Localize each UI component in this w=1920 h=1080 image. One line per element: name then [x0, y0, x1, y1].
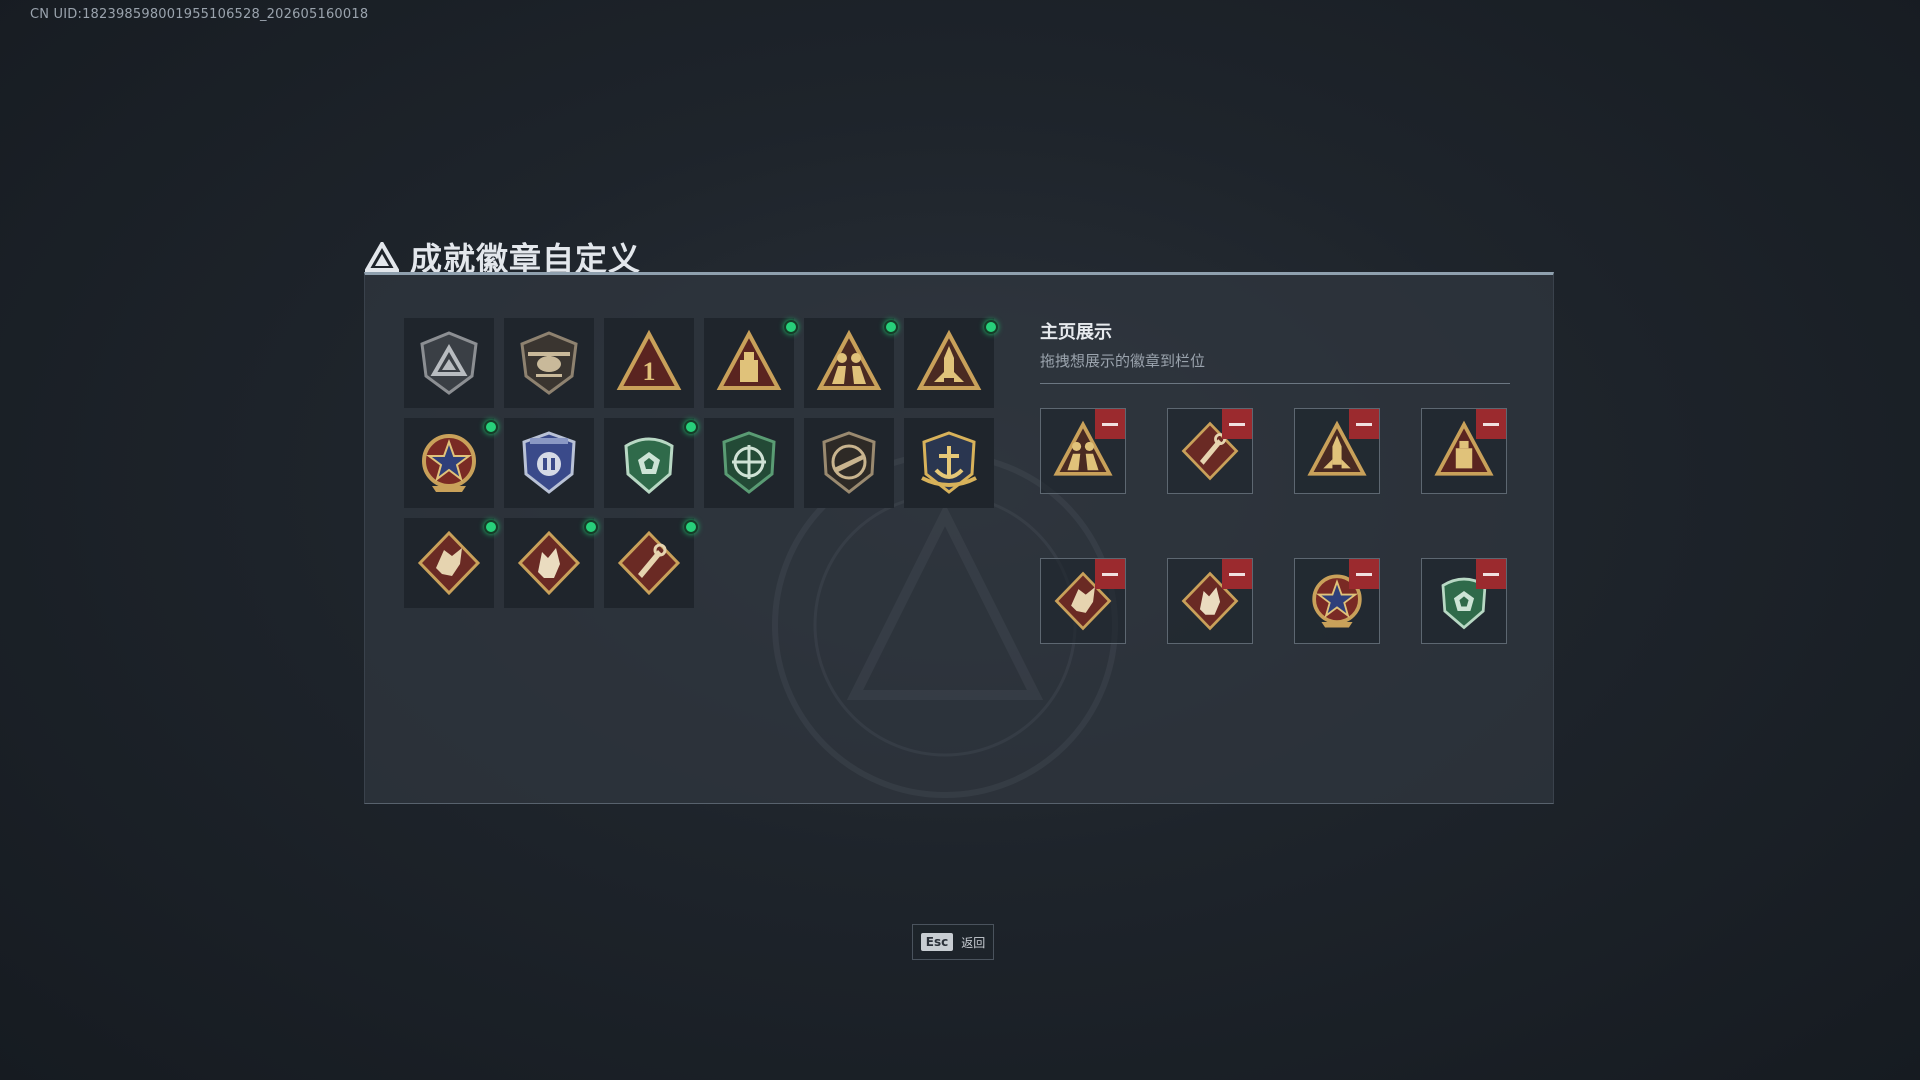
uid-text: CN UID:182398598001955106528_20260516001…	[30, 7, 369, 22]
badge-panel: 1 主页展示 拖拽想展示的徽章到栏位	[364, 272, 1554, 804]
minus-icon	[1356, 422, 1372, 426]
showcase-slot[interactable]	[1040, 558, 1126, 644]
divider	[1040, 383, 1510, 384]
green-helmet-shield-icon	[624, 437, 674, 494]
remove-button[interactable]	[1095, 559, 1125, 589]
esc-key-hint: Esc	[920, 933, 954, 951]
badge-slot[interactable]	[904, 318, 998, 408]
badge-slot[interactable]	[504, 318, 594, 408]
back-button[interactable]: Esc 返回	[912, 924, 994, 960]
remove-button[interactable]	[1222, 559, 1252, 589]
badge-slot[interactable]	[804, 418, 894, 508]
badge-grid: 1	[404, 318, 998, 608]
badge-slot[interactable]	[604, 418, 698, 508]
remove-button[interactable]	[1476, 559, 1506, 589]
remove-button[interactable]	[1095, 409, 1125, 439]
remove-button[interactable]	[1349, 409, 1379, 439]
blue-police-shield-icon	[522, 431, 576, 494]
minus-icon	[1102, 572, 1118, 576]
badge-slot[interactable]	[504, 518, 598, 608]
badge-slot[interactable]	[704, 418, 794, 508]
showcase-slot[interactable]	[1294, 558, 1380, 644]
badge-slot[interactable]	[504, 418, 594, 508]
triangle-logo-icon	[364, 239, 400, 275]
minus-icon	[1356, 572, 1372, 576]
badge-slot[interactable]	[404, 418, 498, 508]
showcase-slot[interactable]	[1167, 558, 1253, 644]
wolf-diamond-icon	[517, 530, 581, 596]
new-indicator-dot	[484, 520, 498, 534]
showcase-slot[interactable]	[1421, 558, 1507, 644]
new-indicator-dot	[884, 320, 898, 334]
triangle-rocket-icon	[916, 329, 982, 390]
showcase-slot[interactable]	[1294, 408, 1380, 494]
new-indicator-dot	[984, 320, 998, 334]
minus-icon	[1483, 422, 1499, 426]
rank-one-triangle-icon: 1	[616, 329, 682, 390]
green-crosshair-shield-icon	[722, 431, 776, 494]
tool-diamond-icon	[617, 530, 681, 596]
new-indicator-dot	[484, 420, 498, 434]
badge-slot[interactable]	[404, 518, 498, 608]
new-indicator-dot	[684, 420, 698, 434]
star-medal-icon	[422, 434, 476, 492]
dragon-diamond-icon	[417, 530, 481, 596]
helicopter-shield-icon	[520, 331, 578, 395]
remove-button[interactable]	[1222, 409, 1252, 439]
badge-slot[interactable]: 1	[604, 318, 694, 408]
shield-triangle-icon	[420, 331, 478, 395]
showcase-slot[interactable]	[1421, 408, 1507, 494]
showcase-header: 主页展示 拖拽想展示的徽章到栏位	[1040, 318, 1510, 384]
new-indicator-dot	[584, 520, 598, 534]
showcase-slot[interactable]	[1040, 408, 1126, 494]
minus-icon	[1483, 572, 1499, 576]
showcase-title: 主页展示	[1040, 322, 1112, 343]
remove-button[interactable]	[1476, 409, 1506, 439]
badge-slot[interactable]	[404, 318, 494, 408]
triangle-soldiers-icon	[816, 329, 882, 390]
showcase-subtitle: 拖拽想展示的徽章到栏位	[1040, 352, 1206, 370]
badge-slot[interactable]	[904, 418, 994, 508]
triangle-tower-icon	[716, 329, 782, 390]
gold-anchor-shield-icon	[921, 431, 977, 494]
minus-icon	[1229, 422, 1245, 426]
minus-icon	[1229, 572, 1245, 576]
showcase-slot[interactable]	[1167, 408, 1253, 494]
minus-icon	[1102, 422, 1118, 426]
badge-slot[interactable]	[604, 518, 698, 608]
new-indicator-dot	[684, 520, 698, 534]
rifle-shield-icon	[822, 431, 876, 494]
svg-text:1: 1	[643, 357, 656, 386]
new-indicator-dot	[784, 320, 798, 334]
showcase-grid	[1040, 408, 1507, 644]
badge-slot[interactable]	[804, 318, 898, 408]
remove-button[interactable]	[1349, 559, 1379, 589]
badge-slot[interactable]	[704, 318, 798, 408]
back-label: 返回	[961, 935, 986, 950]
